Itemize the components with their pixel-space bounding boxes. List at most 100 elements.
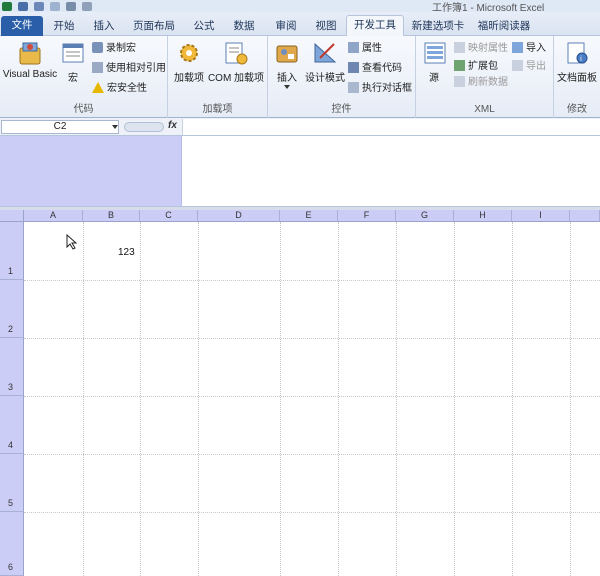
column-header-d[interactable]: D — [198, 210, 280, 222]
worksheet-grid[interactable]: A B C D E F G H I 1 2 3 4 5 6 123 — [0, 210, 600, 576]
import-label: 导入 — [526, 43, 546, 54]
gridline — [24, 396, 600, 397]
formula-bar: C2 fx — [0, 118, 600, 136]
macros-icon — [62, 43, 84, 63]
save-icon[interactable] — [18, 1, 28, 11]
undo-icon[interactable] — [34, 1, 44, 11]
customize-qat-icon[interactable] — [82, 1, 92, 11]
formula-bar-resize-handle[interactable] — [124, 122, 164, 132]
formula-input[interactable] — [182, 119, 600, 135]
name-box-dropdown-icon[interactable] — [112, 125, 118, 129]
map-properties-label: 映射属性 — [468, 43, 508, 54]
properties-button[interactable]: 属性 — [348, 42, 382, 56]
addins-label: 加载项 — [174, 73, 204, 84]
gridline — [338, 222, 339, 576]
redo-icon[interactable] — [50, 1, 60, 11]
import-button[interactable]: 导入 — [512, 42, 546, 56]
macro-security-label: 宏安全性 — [107, 83, 147, 94]
record-macro-icon — [92, 42, 103, 53]
select-all-corner[interactable] — [0, 210, 24, 222]
record-macro-label: 录制宏 — [106, 43, 136, 54]
document-panel-label: 文档面板 — [557, 73, 597, 84]
map-properties-button[interactable]: 映射属性 — [454, 42, 508, 56]
macros-button[interactable]: 宏 — [60, 40, 86, 84]
visual-basic-button[interactable]: Visual Basic — [2, 40, 58, 80]
properties-label: 属性 — [362, 43, 382, 54]
expansion-packs-button[interactable]: 扩展包 — [454, 60, 498, 74]
document-panel-button[interactable]: i 文档面板 — [555, 40, 599, 84]
tab-review[interactable]: 审阅 — [268, 17, 304, 37]
gridline — [140, 222, 141, 576]
print-icon[interactable] — [66, 1, 76, 11]
column-header-f[interactable]: F — [338, 210, 396, 222]
design-mode-button[interactable]: 设计模式 — [304, 40, 346, 84]
column-header-overflow[interactable] — [570, 210, 600, 222]
insert-control-label: 插入 — [277, 73, 297, 84]
relative-reference-icon — [92, 62, 103, 73]
column-header-h[interactable]: H — [454, 210, 512, 222]
group-xml-label: XML — [474, 104, 495, 115]
tab-view[interactable]: 视图 — [308, 17, 344, 37]
design-mode-icon — [314, 42, 337, 63]
record-macro-button[interactable]: 录制宏 — [92, 42, 136, 56]
document-panel-icon: i — [567, 42, 588, 64]
com-addins-label: COM 加载项 — [207, 73, 265, 84]
macros-label: 宏 — [68, 73, 78, 84]
ribbon: Visual Basic 宏 录制宏 使用相对引用 宏安全性 代码 加载项 CO… — [0, 36, 600, 118]
relative-reference-button[interactable]: 使用相对引用 — [92, 62, 166, 76]
gridline — [24, 454, 600, 455]
group-controls-label: 控件 — [331, 104, 352, 115]
com-addins-icon — [225, 42, 248, 65]
tab-new-tab[interactable]: 新建选项卡 — [408, 17, 468, 37]
column-header-e[interactable]: E — [280, 210, 338, 222]
tab-data[interactable]: 数据 — [226, 17, 262, 37]
tab-foxit-reader[interactable]: 福昕阅读器 — [474, 17, 534, 37]
cell-b1-value[interactable]: 123 — [118, 247, 135, 258]
refresh-data-button[interactable]: 刷新数据 — [454, 76, 508, 90]
gear-icon — [180, 44, 198, 62]
export-button[interactable]: 导出 — [512, 60, 546, 74]
tab-home[interactable]: 开始 — [46, 17, 82, 37]
insert-function-icon[interactable]: fx — [168, 120, 177, 131]
xml-source-button[interactable]: 源 — [422, 40, 446, 84]
tab-formulas[interactable]: 公式 — [186, 17, 222, 37]
gridline — [24, 512, 600, 513]
tab-insert[interactable]: 插入 — [86, 17, 122, 37]
column-header-g[interactable]: G — [396, 210, 454, 222]
formula-expanded-area[interactable] — [182, 136, 600, 206]
row-header-6-label: 6 — [8, 562, 14, 572]
column-header-c[interactable]: C — [140, 210, 198, 222]
refresh-data-label: 刷新数据 — [468, 77, 508, 88]
group-modify-label: 修改 — [567, 104, 587, 115]
view-code-button[interactable]: 查看代码 — [348, 62, 402, 76]
import-icon — [512, 42, 523, 53]
row-header-3[interactable]: 3 — [0, 338, 24, 396]
column-header-b[interactable]: B — [83, 210, 140, 222]
gridline — [83, 222, 84, 576]
column-header-a[interactable]: A — [24, 210, 83, 222]
quick-access-toolbar — [2, 0, 92, 12]
design-mode-label: 设计模式 — [305, 73, 345, 84]
column-header-i[interactable]: I — [512, 210, 570, 222]
row-header-4-label: 4 — [8, 440, 14, 450]
tab-page-layout[interactable]: 页面布局 — [128, 17, 180, 37]
view-code-icon — [348, 62, 359, 73]
run-dialog-label: 执行对话框 — [362, 83, 412, 94]
row-header-6[interactable]: 6 — [0, 512, 24, 576]
name-box[interactable]: C2 — [1, 120, 119, 134]
group-code: Visual Basic 宏 录制宏 使用相对引用 宏安全性 代码 — [0, 36, 168, 118]
com-addins-button[interactable]: COM 加载项 — [206, 40, 266, 84]
addins-button[interactable]: 加载项 — [174, 40, 204, 84]
row-header-4[interactable]: 4 — [0, 396, 24, 454]
row-header-1[interactable]: 1 — [0, 222, 24, 280]
tab-file[interactable]: 文件 — [1, 16, 43, 36]
insert-control-button[interactable]: 插入 — [274, 40, 300, 89]
export-label: 导出 — [526, 61, 546, 72]
macro-security-button[interactable]: 宏安全性 — [92, 82, 147, 96]
tab-developer[interactable]: 开发工具 — [346, 15, 404, 37]
properties-icon — [348, 42, 359, 53]
run-dialog-button[interactable]: 执行对话框 — [348, 82, 412, 96]
view-code-label: 查看代码 — [362, 63, 402, 74]
row-header-2[interactable]: 2 — [0, 280, 24, 338]
row-header-5[interactable]: 5 — [0, 454, 24, 512]
